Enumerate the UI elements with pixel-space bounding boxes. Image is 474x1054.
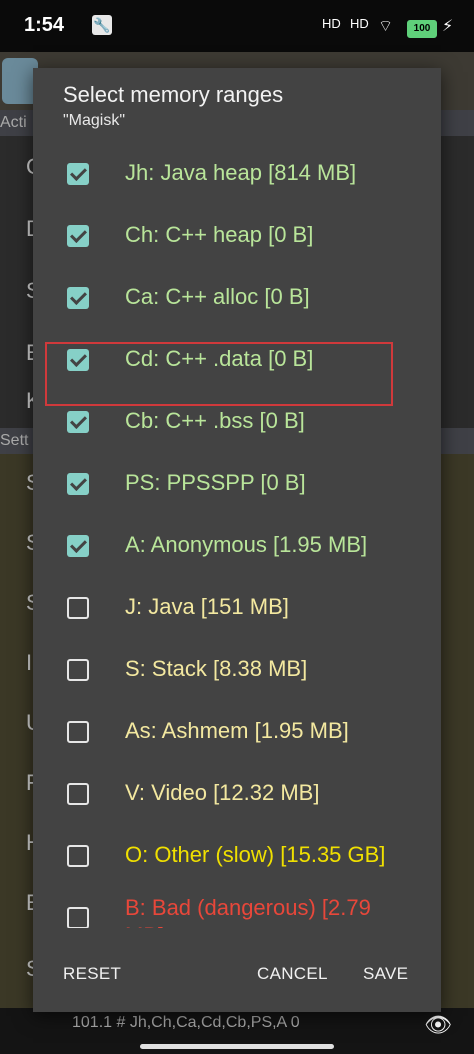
memory-range-label: O: Other (slow) [15.35 GB] [125, 842, 386, 867]
memory-range-label: A: Anonymous [1.95 MB] [125, 532, 368, 557]
memory-range-item[interactable]: Ca: C++ alloc [0 B] [33, 268, 441, 330]
memory-range-label: Ca: C++ alloc [0 B] [125, 284, 310, 309]
checkbox-checked-icon[interactable] [67, 163, 89, 185]
memory-range-label: Ch: C++ heap [0 B] [125, 222, 314, 247]
checkbox-unchecked-icon[interactable] [67, 721, 89, 743]
checkbox-checked-icon[interactable] [67, 287, 89, 309]
memory-range-item[interactable]: A: Anonymous [1.95 MB] [33, 516, 441, 578]
checkbox-unchecked-icon[interactable] [67, 783, 89, 805]
memory-range-item[interactable]: S: Stack [8.38 MB] [33, 640, 441, 702]
section-label-top: Acti [0, 114, 27, 131]
memory-range-item[interactable]: O: Other (slow) [15.35 GB] [33, 826, 441, 888]
checkbox-unchecked-icon[interactable] [67, 659, 89, 681]
save-button[interactable]: SAVE [363, 964, 408, 984]
signal-2-icon: HD [350, 16, 369, 31]
signal-1-icon: HD [322, 16, 341, 31]
checkbox-unchecked-icon[interactable] [67, 907, 89, 928]
memory-range-label: As: Ashmem [1.95 MB] [125, 718, 349, 743]
memory-ranges-dialog: Select memory ranges "Magisk" Jh: Java h… [33, 68, 441, 1012]
memory-range-item[interactable]: Jh: Java heap [814 MB] [33, 144, 441, 206]
status-bar: 1:54 🔧 HD HD ⌔ 100 ⚡ [0, 0, 474, 52]
checkbox-unchecked-icon[interactable] [67, 845, 89, 867]
memory-range-item[interactable]: Ch: C++ heap [0 B] [33, 206, 441, 268]
annotation-highlight-box [45, 342, 393, 406]
dialog-actions: RESET CANCEL SAVE [33, 928, 441, 1012]
memory-range-label: Jh: Java heap [814 MB] [125, 160, 357, 185]
memory-range-item[interactable]: PS: PPSSPP [0 B] [33, 454, 441, 516]
memory-range-label: Cb: C++ .bss [0 B] [125, 408, 305, 433]
memory-range-item[interactable]: As: Ashmem [1.95 MB] [33, 702, 441, 764]
memory-range-label: V: Video [12.32 MB] [125, 780, 320, 805]
memory-range-list[interactable]: Jh: Java heap [814 MB] Ch: C++ heap [0 B]… [33, 144, 441, 928]
checkbox-unchecked-icon[interactable] [67, 597, 89, 619]
status-time: 1:54 [24, 14, 65, 36]
dialog-subtitle: "Magisk" [63, 112, 126, 129]
memory-range-label: S: Stack [8.38 MB] [125, 656, 308, 681]
checkbox-checked-icon[interactable] [67, 411, 89, 433]
memory-range-item[interactable]: B: Bad (dangerous) [2.79 MB] [33, 888, 441, 928]
memory-range-label: B: Bad (dangerous) [2.79 MB] [125, 895, 371, 928]
checkbox-checked-icon[interactable] [67, 473, 89, 495]
battery-icon: 100 [407, 20, 437, 38]
memory-range-item[interactable]: V: Video [12.32 MB] [33, 764, 441, 826]
memory-range-item[interactable]: J: Java [151 MB] [33, 578, 441, 640]
checkbox-checked-icon[interactable] [67, 535, 89, 557]
bg-letter: I [26, 650, 33, 675]
cancel-button[interactable]: CANCEL [257, 964, 328, 984]
dialog-title: Select memory ranges [63, 82, 284, 107]
memory-range-label: PS: PPSSPP [0 B] [125, 470, 306, 495]
bottom-status-text: 101.1 # Jh,Ch,Ca,Cd,Cb,PS,A 0 [72, 1014, 300, 1031]
reset-button[interactable]: RESET [63, 964, 121, 984]
eye-icon[interactable]: 👁 [424, 1012, 452, 1038]
wrench-icon: 🔧 [92, 15, 112, 35]
wifi-icon: ⌔ [378, 18, 394, 35]
charging-icon: ⚡ [442, 18, 454, 35]
home-indicator[interactable] [140, 1044, 334, 1049]
checkbox-checked-icon[interactable] [67, 225, 89, 247]
section-label-mid: Sett [0, 432, 29, 449]
memory-range-label: J: Java [151 MB] [125, 594, 289, 619]
